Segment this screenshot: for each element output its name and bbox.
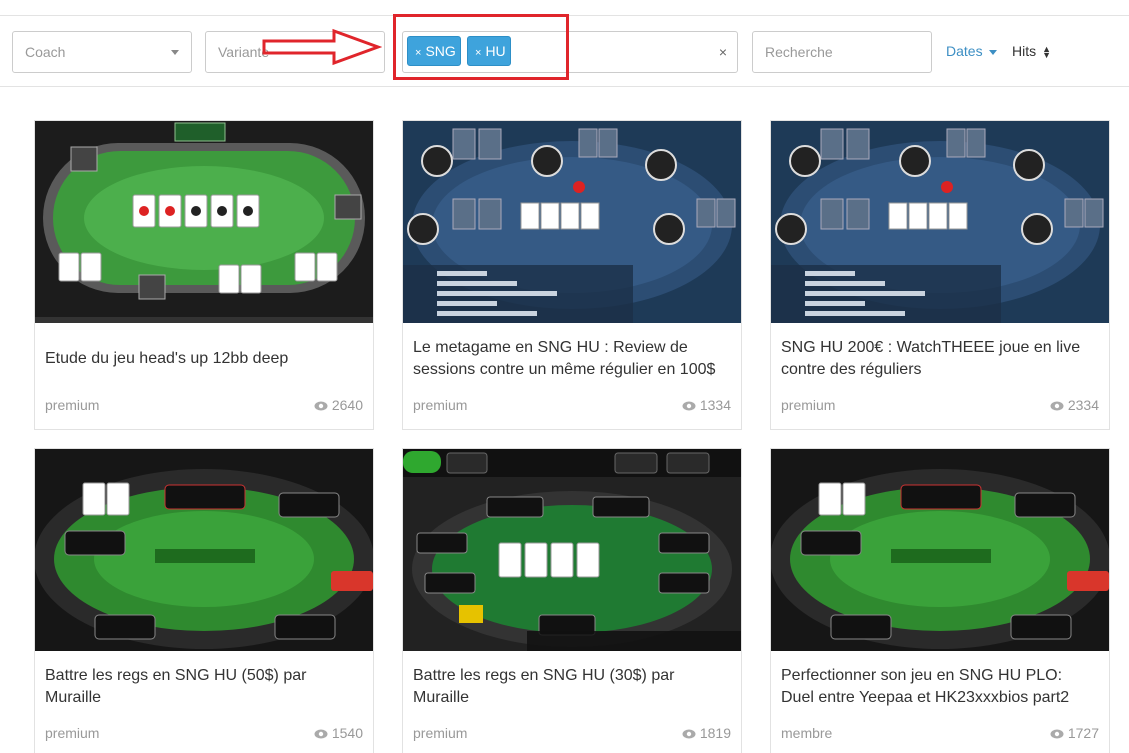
video-title[interactable]: SNG HU 200€ : WatchTHEEE joue en live co… — [781, 335, 1099, 383]
video-title-text: Battre les regs en SNG HU (50$) par Mura… — [45, 667, 307, 706]
caret-down-icon — [171, 50, 179, 55]
video-thumbnail[interactable] — [35, 121, 373, 323]
access-level: premium — [45, 725, 100, 741]
view-count-value: 2334 — [1067, 397, 1099, 413]
card-footer: premium 1540 — [35, 711, 373, 753]
view-count-value: 1819 — [699, 725, 731, 741]
poker-table-thumbnail — [403, 449, 741, 651]
video-thumbnail[interactable] — [35, 449, 373, 651]
clear-tags-icon[interactable]: × — [719, 32, 727, 72]
eye-icon — [682, 729, 696, 739]
poker-table-thumbnail — [35, 121, 373, 323]
poker-table-thumbnail — [771, 449, 1109, 651]
card-footer: premium 2334 — [771, 383, 1109, 429]
video-card[interactable]: Battre les regs en SNG HU (30$) par Mura… — [402, 448, 742, 753]
video-thumbnail[interactable] — [403, 121, 741, 323]
video-thumbnail[interactable] — [403, 449, 741, 651]
annotation-arrow-icon — [262, 28, 382, 66]
annotation-box — [393, 14, 569, 80]
video-thumbnail[interactable] — [771, 121, 1109, 323]
video-title-text: Battre les regs en SNG HU (30$) par Mura… — [413, 667, 675, 706]
video-title[interactable]: Perfectionner son jeu en SNG HU PLO: Due… — [781, 663, 1099, 711]
search-input[interactable]: Recherche — [752, 31, 932, 73]
eye-icon — [682, 401, 696, 411]
view-count: 2640 — [314, 397, 363, 413]
eye-icon — [314, 729, 328, 739]
eye-icon — [314, 401, 328, 411]
video-thumbnail[interactable] — [771, 449, 1109, 651]
view-count-value: 1334 — [699, 397, 731, 413]
view-count-value: 1727 — [1067, 725, 1099, 741]
video-title[interactable]: Battre les regs en SNG HU (50$) par Mura… — [45, 663, 363, 711]
video-card[interactable]: SNG HU 200€ : WatchTHEEE joue en live co… — [770, 120, 1110, 430]
video-card[interactable]: Le metagame en SNG HU : Review de sessio… — [402, 120, 742, 430]
view-count-value: 2640 — [331, 397, 363, 413]
poker-table-thumbnail — [35, 449, 373, 651]
video-title[interactable]: Etude du jeu head's up 12bb deep — [45, 335, 363, 383]
view-count: 1334 — [682, 397, 731, 413]
poker-table-thumbnail — [403, 121, 741, 323]
video-title[interactable]: Battre les regs en SNG HU (30$) par Mura… — [413, 663, 731, 711]
coach-select-label: Coach — [25, 44, 66, 60]
video-title[interactable]: Le metagame en SNG HU : Review de sessio… — [413, 335, 731, 383]
view-count: 1727 — [1050, 725, 1099, 741]
view-count: 1540 — [314, 725, 363, 741]
access-level: premium — [781, 397, 836, 413]
video-title-text: Le metagame en SNG HU : Review de sessio… — [413, 339, 716, 378]
poker-table-thumbnail — [771, 121, 1109, 323]
access-level: premium — [413, 397, 468, 413]
card-footer: membre 1727 — [771, 711, 1109, 753]
eye-icon — [1050, 401, 1064, 411]
sort-updown-icon: ▲ ▼ — [1042, 44, 1052, 61]
video-card[interactable]: Perfectionner son jeu en SNG HU PLO: Due… — [770, 448, 1110, 753]
video-card[interactable]: Battre les regs en SNG HU (50$) par Mura… — [34, 448, 374, 753]
access-level: membre — [781, 725, 833, 741]
video-title-text: Perfectionner son jeu en SNG HU PLO: Due… — [781, 667, 1070, 706]
video-title-text: Etude du jeu head's up 12bb deep — [45, 350, 289, 367]
sort-hits-label: Hits — [1012, 43, 1037, 59]
view-count: 1819 — [682, 725, 731, 741]
view-count-value: 1540 — [331, 725, 363, 741]
caret-down-icon — [988, 49, 997, 55]
access-level: premium — [45, 397, 100, 413]
video-title-text: SNG HU 200€ : WatchTHEEE joue en live co… — [781, 339, 1081, 378]
access-level: premium — [413, 725, 468, 741]
card-footer: premium 1334 — [403, 383, 741, 429]
video-card[interactable]: Etude du jeu head's up 12bb deep premium… — [34, 120, 374, 430]
card-footer: premium 2640 — [35, 383, 373, 429]
sort-hits-button[interactable]: Hits ▲ ▼ — [1012, 43, 1052, 61]
coach-select[interactable]: Coach — [12, 31, 192, 73]
sort-dates-button[interactable]: Dates — [946, 43, 997, 59]
search-placeholder: Recherche — [765, 44, 833, 60]
view-count: 2334 — [1050, 397, 1099, 413]
card-footer: premium 1819 — [403, 711, 741, 753]
sort-dates-label: Dates — [946, 43, 983, 59]
eye-icon — [1050, 729, 1064, 739]
